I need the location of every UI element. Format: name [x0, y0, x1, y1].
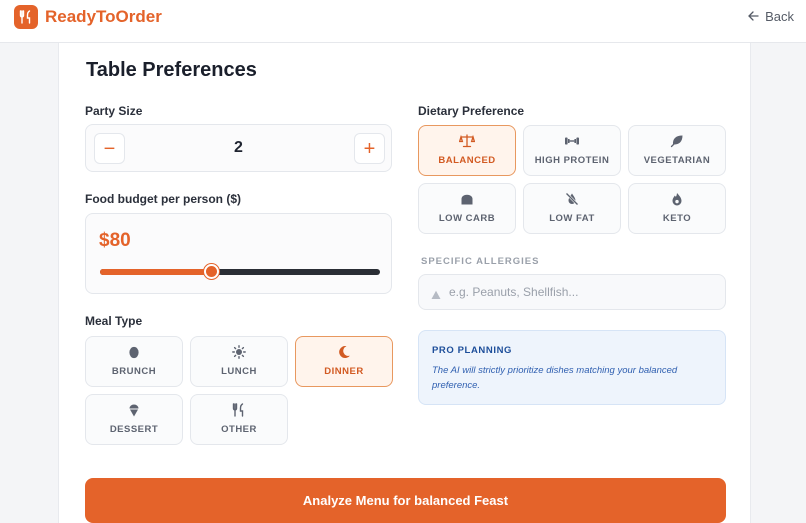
meal-option-label: OTHER [221, 424, 257, 435]
ice-cream-icon [86, 403, 182, 417]
diet-option-label: LOW CARB [438, 213, 496, 224]
meal-option-brunch[interactable]: BRUNCH [85, 336, 183, 387]
diet-option-label: HIGH PROTEIN [534, 155, 610, 166]
budget-value: $80 [99, 230, 131, 251]
back-label: Back [765, 9, 794, 24]
diet-option-label: LOW FAT [549, 213, 595, 224]
meal-option-dessert[interactable]: DESSERT [85, 394, 183, 445]
diet-option-keto[interactable]: KETO [628, 183, 726, 234]
party-size-label: Party Size [85, 104, 143, 118]
diet-option-low-carb[interactable]: LOW CARB [418, 183, 516, 234]
diet-option-label: BALANCED [438, 155, 496, 166]
party-size-stepper: − 2 + [85, 124, 392, 172]
page-title: Table Preferences [86, 59, 257, 81]
moon-icon [296, 345, 392, 359]
meal-type-label: Meal Type [85, 314, 143, 328]
budget-panel: $80 [85, 213, 392, 294]
party-size-value: 2 [234, 139, 243, 156]
diet-option-balanced[interactable]: BALANCED [418, 125, 516, 176]
diet-option-vegetarian[interactable]: VEGETARIAN [628, 125, 726, 176]
brand-name[interactable]: ReadyToOrder [45, 7, 162, 27]
dumbbell-icon [524, 134, 620, 148]
budget-slider-thumb[interactable] [204, 264, 219, 279]
top-bar: ReadyToOrder Back [0, 0, 806, 43]
bread-icon [419, 192, 515, 206]
scale-icon [419, 134, 515, 148]
meal-option-label: BRUNCH [111, 366, 157, 377]
utensils-logo-icon [14, 5, 38, 29]
pro-planning-title: PRO PLANNING [432, 345, 513, 356]
increment-button[interactable]: + [354, 133, 385, 164]
pro-planning-text: The AI will strictly prioritize dishes m… [432, 365, 678, 391]
pro-planning-panel: PRO PLANNING The AI will strictly priori… [418, 330, 726, 405]
diet-option-high-protein[interactable]: HIGH PROTEIN [523, 125, 621, 176]
meal-option-lunch[interactable]: LUNCH [190, 336, 288, 387]
diet-option-label: KETO [662, 213, 692, 224]
egg-icon [86, 345, 182, 359]
preferences-card: Table Preferences Party Size − 2 + Food … [58, 43, 751, 523]
budget-label: Food budget per person ($) [85, 192, 241, 206]
meal-option-dinner[interactable]: DINNER [295, 336, 393, 387]
meal-option-label: DESSERT [109, 424, 159, 435]
warning-icon [431, 287, 441, 305]
arrow-left-icon [748, 9, 759, 24]
budget-slider-fill [100, 269, 212, 275]
meal-option-other[interactable]: OTHER [190, 394, 288, 445]
dietary-label: Dietary Preference [418, 104, 525, 118]
utensils-icon [191, 403, 287, 417]
no-drop-icon [524, 192, 620, 206]
sun-icon [191, 345, 287, 359]
diet-option-low-fat[interactable]: LOW FAT [523, 183, 621, 234]
back-button[interactable]: Back [748, 9, 794, 24]
leaf-icon [629, 134, 725, 148]
allergies-field[interactable] [418, 274, 726, 310]
flame-icon [629, 192, 725, 206]
meal-option-label: LUNCH [221, 366, 257, 377]
meal-option-label: DINNER [324, 366, 364, 377]
allergies-input[interactable] [449, 283, 709, 301]
analyze-menu-button[interactable]: Analyze Menu for balanced Feast [85, 478, 726, 523]
diet-option-label: VEGETARIAN [643, 155, 711, 166]
allergies-label: SPECIFIC ALLERGIES [421, 256, 540, 267]
budget-slider[interactable] [100, 264, 380, 279]
